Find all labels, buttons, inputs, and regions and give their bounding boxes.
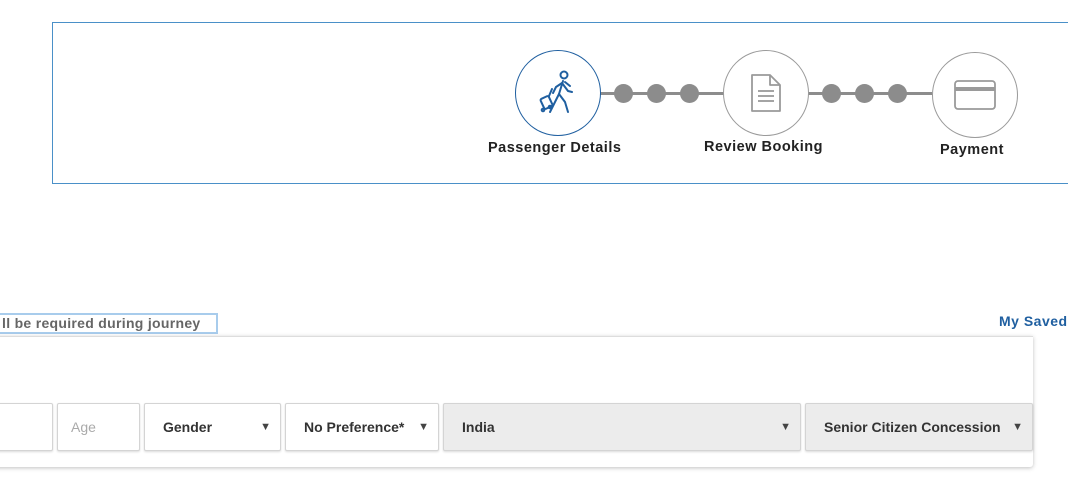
nationality-value: India [462,419,495,435]
age-input[interactable]: Age [57,403,140,451]
chevron-down-icon: ▼ [1012,421,1023,433]
step-payment[interactable] [932,52,1018,138]
step-dot [680,84,699,103]
chevron-down-icon: ▼ [260,421,271,433]
concession-value: Senior Citizen Concession [824,419,1001,435]
step-dot [647,84,666,103]
journey-id-note: ll be required during journey [0,313,218,334]
gender-value: Gender [163,419,213,435]
credit-card-icon [954,80,996,110]
step-passenger-details[interactable] [515,50,601,136]
passenger-name-input[interactable] [0,403,53,451]
step-dot [822,84,841,103]
step-label: Payment [940,142,1004,158]
concession-select[interactable]: Senior Citizen Concession ▼ [805,403,1033,451]
gender-select[interactable]: Gender ▼ [144,403,281,451]
step-dot [855,84,874,103]
chevron-down-icon: ▼ [780,421,791,433]
step-label: Passenger Details [488,140,622,156]
chevron-down-icon: ▼ [418,421,429,433]
berth-preference-select[interactable]: No Preference* ▼ [285,403,439,451]
step-label: Review Booking [704,139,823,155]
step-dot [888,84,907,103]
nationality-select[interactable]: India ▼ [443,403,801,451]
step-dot [614,84,633,103]
step-review-booking[interactable] [723,50,809,136]
age-placeholder: Age [71,419,96,435]
berth-preference-value: No Preference* [304,419,405,435]
my-saved-passengers-link[interactable]: My Saved [999,313,1068,329]
traveler-icon [539,70,573,113]
document-icon [751,74,781,112]
